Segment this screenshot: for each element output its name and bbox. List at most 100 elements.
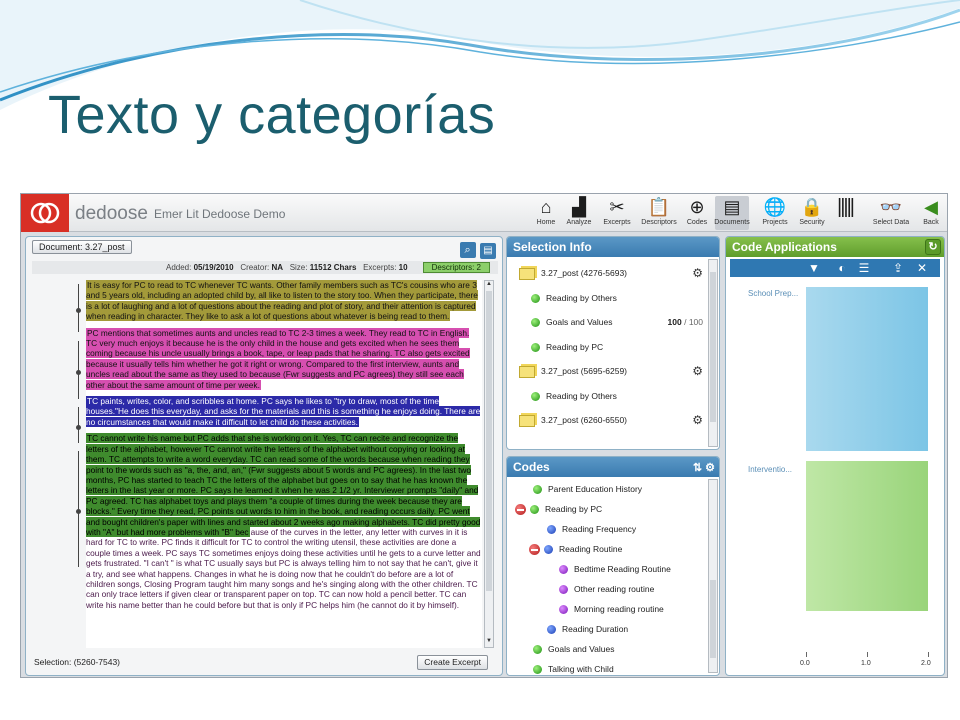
sort-icon[interactable]: ⇅ [693, 462, 702, 474]
code-item[interactable]: Bedtime Reading Routine [507, 559, 707, 579]
code-item[interactable]: Reading Duration [507, 619, 707, 639]
collapse-icon[interactable] [529, 544, 540, 556]
paragraph: PC mentions that sometimes aunts and unc… [86, 327, 470, 390]
codes-tree: Parent Education History Reading by PC R… [507, 477, 707, 675]
excerpt-note-icon [519, 414, 535, 427]
code-applications-chart: School Prep... Interventio... 0.0 1.0 2.… [730, 279, 940, 673]
refresh-icon[interactable]: ↻ [925, 239, 941, 255]
document-panel: Document: 3.27_post ⌕ ▤ Added: 05/19/201… [25, 236, 503, 676]
toolbar-documents-button[interactable]: ▤ Documents [714, 196, 750, 230]
brand-name: dedoose [75, 203, 148, 224]
code-dot-icon [533, 665, 542, 675]
search-icon[interactable]: ⌕ [459, 242, 476, 258]
code-weight: 100 / 100 [667, 317, 703, 327]
excerpt-bracket[interactable] [76, 451, 82, 567]
settings-gear-icon[interactable]: ⚙ [705, 462, 715, 474]
selection-info-scrollbar[interactable] [708, 259, 718, 447]
document-tab[interactable]: Document: 3.27_post [32, 240, 132, 254]
code-row[interactable]: Goals and Values 100 / 100 [507, 310, 707, 335]
barcode-icon: ||||| [837, 196, 855, 218]
gear-icon[interactable]: ⚙ [692, 408, 703, 432]
filter-icon[interactable]: ▼ [806, 260, 822, 276]
excerpt-bracket[interactable] [76, 284, 82, 332]
dedoose-logo [21, 194, 69, 232]
code-item[interactable]: Morning reading routine [507, 599, 707, 619]
excerpt-row[interactable]: 3.27_post (5695-6259) ⚙ [507, 359, 707, 384]
toolbar-excerpts-button[interactable]: ✂ Excerpts [600, 196, 634, 230]
size: 11512 Chars [309, 263, 357, 272]
toolbar-analyze-button[interactable]: ▟ Analyze [562, 196, 596, 230]
dedoose-app-window: dedoose Emer Lit Dedoose Demo ⌂ Home ▟ Ana… [20, 193, 948, 678]
code-item[interactable]: Reading Routine [507, 539, 707, 559]
document-text[interactable]: It is easy for PC to read to TC whenever… [86, 280, 482, 648]
gear-icon[interactable]: ⚙ [692, 261, 703, 285]
documents-icon: ▤ [723, 197, 741, 217]
excerpt-note-icon [519, 365, 535, 378]
scroll-thumb[interactable] [486, 291, 492, 591]
document-meta: Added: 05/19/2010 Creator: NA Size: 1151… [32, 261, 498, 274]
export-icon[interactable]: ⇪ [890, 260, 906, 276]
code-item[interactable]: Goals and Values [507, 639, 707, 659]
code-row[interactable]: Reading by Others [507, 286, 707, 311]
create-excerpt-button[interactable]: Create Excerpt [417, 655, 488, 670]
excerpt-bracket[interactable] [76, 341, 82, 399]
toolbar-descriptors-button[interactable]: 📋 Descriptors [641, 196, 676, 230]
pie-chart-icon[interactable]: ◐ [834, 260, 850, 276]
toolbar-security-button[interactable]: 🔒 Security [795, 196, 829, 230]
code-dot-icon [559, 605, 568, 615]
code-item[interactable]: Talking with Child [507, 659, 707, 675]
code-bar[interactable] [806, 287, 928, 451]
document-tools: ⌕ ▤ [459, 240, 496, 259]
scroll-down-icon[interactable]: ▼ [485, 638, 493, 647]
code-dot-icon [559, 585, 568, 595]
code-item[interactable]: Parent Education History [507, 479, 707, 499]
back-icon: ◀ [924, 197, 938, 217]
toolbar-select-data-button[interactable]: 👓 Select Data [873, 196, 909, 230]
selection-range: Selection: (5260-7543) [34, 657, 121, 667]
scroll-thumb[interactable] [710, 272, 716, 422]
gear-icon[interactable]: ⚙ [692, 359, 703, 383]
code-item[interactable]: Reading by PC [507, 499, 707, 519]
toolbar-back-button[interactable]: ◀ Back [914, 196, 947, 230]
axis-tick-label: 2.0 [921, 660, 931, 667]
paragraph: It is easy for PC to read to TC whenever… [86, 280, 478, 322]
axis-tick [867, 652, 868, 657]
descriptors-icon: 📋 [647, 197, 671, 217]
excerpt-row[interactable]: 3.27_post (4276-5693) ⚙ [507, 261, 707, 286]
expand-icon[interactable]: ✕ [914, 260, 930, 276]
code-item[interactable]: Other reading routine [507, 579, 707, 599]
code-applications-toolbar: ▼ ◐ ☰ ⇪ ✕ [730, 259, 940, 277]
bar-chart-icon[interactable]: ☰ [856, 260, 872, 276]
code-dot-icon [531, 391, 540, 401]
excerpts-count: 10 [398, 263, 408, 272]
document-view-icon[interactable]: ▤ [480, 243, 496, 259]
scroll-up-icon[interactable]: ▲ [485, 281, 493, 290]
slide: Texto y categorías dedoose Emer Lit Dedo… [0, 0, 960, 720]
code-row[interactable]: Reading by PC [507, 335, 707, 360]
paragraph: TC paints, writes, color, and scribbles … [86, 396, 481, 427]
codes-icon: ⊕ [689, 197, 705, 217]
slide-title: Texto y categorías [48, 85, 496, 145]
code-bar[interactable] [806, 461, 928, 611]
selection-info-list: 3.27_post (4276-5693) ⚙ Reading by Others… [507, 257, 707, 449]
code-dot-icon [547, 625, 556, 635]
document-scrollbar[interactable]: ▲ ▼ [484, 280, 494, 648]
code-item[interactable]: Reading Frequency [507, 519, 707, 539]
projects-icon: 🌐 [763, 197, 787, 217]
codes-scrollbar[interactable] [708, 479, 718, 673]
excerpt-row[interactable]: 3.27_post (6260-6550) ⚙ [507, 408, 707, 433]
axis-tick-label: 1.0 [861, 660, 871, 667]
bar-label: School Prep... [748, 289, 799, 298]
scroll-thumb[interactable] [710, 580, 716, 658]
code-applications-header: Code Applications ↻ [726, 237, 944, 257]
excerpt-bracket[interactable] [76, 407, 82, 443]
code-dot-icon [531, 342, 540, 352]
excerpt-note-icon [519, 267, 535, 280]
security-icon: 🔒 [800, 197, 824, 217]
code-dot-icon [533, 645, 542, 655]
code-row[interactable]: Reading by Others [507, 384, 707, 409]
paragraph: TC cannot write his name but PC adds tha… [86, 433, 481, 610]
descriptors-badge[interactable]: Descriptors: 2 [422, 262, 490, 273]
code-dot-icon [531, 318, 540, 328]
collapse-icon[interactable] [515, 504, 526, 516]
